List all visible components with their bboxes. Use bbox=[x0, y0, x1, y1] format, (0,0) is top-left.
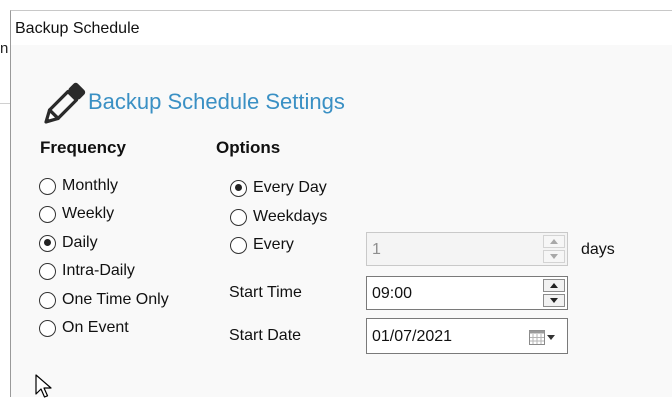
background-window: n bbox=[0, 0, 10, 397]
dropdown-arrow-icon[interactable] bbox=[547, 335, 555, 340]
radio-option-every-day[interactable]: Every Day bbox=[230, 177, 327, 199]
increment-button[interactable] bbox=[543, 279, 565, 292]
radio-frequency-monthly[interactable]: Monthly bbox=[39, 175, 118, 197]
radio-frequency-daily[interactable]: Daily bbox=[39, 232, 98, 254]
radio-label: Intra-Daily bbox=[62, 262, 135, 279]
arrow-down-icon bbox=[550, 254, 558, 259]
mouse-cursor-icon bbox=[35, 374, 52, 398]
radio-indicator[interactable] bbox=[39, 291, 56, 309]
radio-label: One Time Only bbox=[62, 291, 169, 308]
frequency-label: Frequency bbox=[40, 138, 126, 157]
start-date-picker[interactable]: 01/07/2021 bbox=[366, 318, 568, 354]
radio-label: Weekly bbox=[62, 205, 115, 222]
radio-indicator-selected[interactable] bbox=[230, 179, 247, 197]
radio-label: Every bbox=[253, 236, 294, 253]
radio-indicator[interactable] bbox=[230, 208, 247, 226]
start-time-value: 09:00 bbox=[372, 285, 413, 302]
radio-frequency-intra-daily[interactable]: Intra-Daily bbox=[39, 260, 135, 282]
radio-option-weekdays[interactable]: Weekdays bbox=[230, 206, 327, 228]
radio-indicator[interactable] bbox=[39, 319, 56, 337]
start-date-label: Start Date bbox=[229, 327, 302, 344]
decrement-button[interactable] bbox=[543, 294, 565, 307]
every-days-value: 1 bbox=[372, 241, 381, 258]
radio-indicator[interactable] bbox=[230, 236, 247, 254]
settings-heading: Backup Schedule Settings bbox=[88, 89, 345, 114]
increment-button[interactable] bbox=[543, 235, 565, 248]
radio-label: Weekdays bbox=[253, 208, 328, 225]
every-days-stepper[interactable]: 1 bbox=[366, 232, 568, 266]
arrow-down-icon bbox=[550, 298, 558, 303]
stepper-buttons bbox=[543, 279, 565, 307]
background-divider bbox=[0, 103, 10, 104]
radio-frequency-weekly[interactable]: Weekly bbox=[39, 203, 114, 225]
pencil-icon bbox=[44, 82, 86, 124]
radio-frequency-on-event[interactable]: On Event bbox=[39, 317, 129, 339]
radio-label: Daily bbox=[62, 234, 98, 251]
radio-indicator-selected[interactable] bbox=[39, 234, 56, 252]
start-date-value: 01/07/2021 bbox=[372, 328, 453, 345]
start-time-stepper[interactable]: 09:00 bbox=[366, 276, 568, 310]
days-unit-label: days bbox=[581, 241, 615, 258]
window-title: Backup Schedule bbox=[15, 20, 140, 37]
radio-indicator[interactable] bbox=[39, 177, 56, 195]
options-label: Options bbox=[216, 138, 281, 157]
radio-label: Monthly bbox=[62, 177, 119, 194]
backup-schedule-dialog: Backup Schedule Backup Schedule Settings… bbox=[10, 10, 672, 397]
start-time-label: Start Time bbox=[229, 284, 302, 301]
calendar-icon[interactable] bbox=[529, 329, 545, 345]
title-bar[interactable]: Backup Schedule bbox=[11, 11, 672, 45]
radio-frequency-one-time-only[interactable]: One Time Only bbox=[39, 289, 169, 311]
decrement-button[interactable] bbox=[543, 250, 565, 263]
radio-option-every[interactable]: Every bbox=[230, 234, 294, 256]
arrow-up-icon bbox=[550, 239, 558, 244]
radio-indicator[interactable] bbox=[39, 205, 56, 223]
radio-indicator[interactable] bbox=[39, 262, 56, 280]
stepper-buttons bbox=[543, 235, 565, 263]
background-text: n bbox=[0, 40, 9, 57]
arrow-up-icon bbox=[550, 283, 558, 288]
radio-label: On Event bbox=[62, 319, 129, 336]
radio-label: Every Day bbox=[253, 179, 327, 196]
